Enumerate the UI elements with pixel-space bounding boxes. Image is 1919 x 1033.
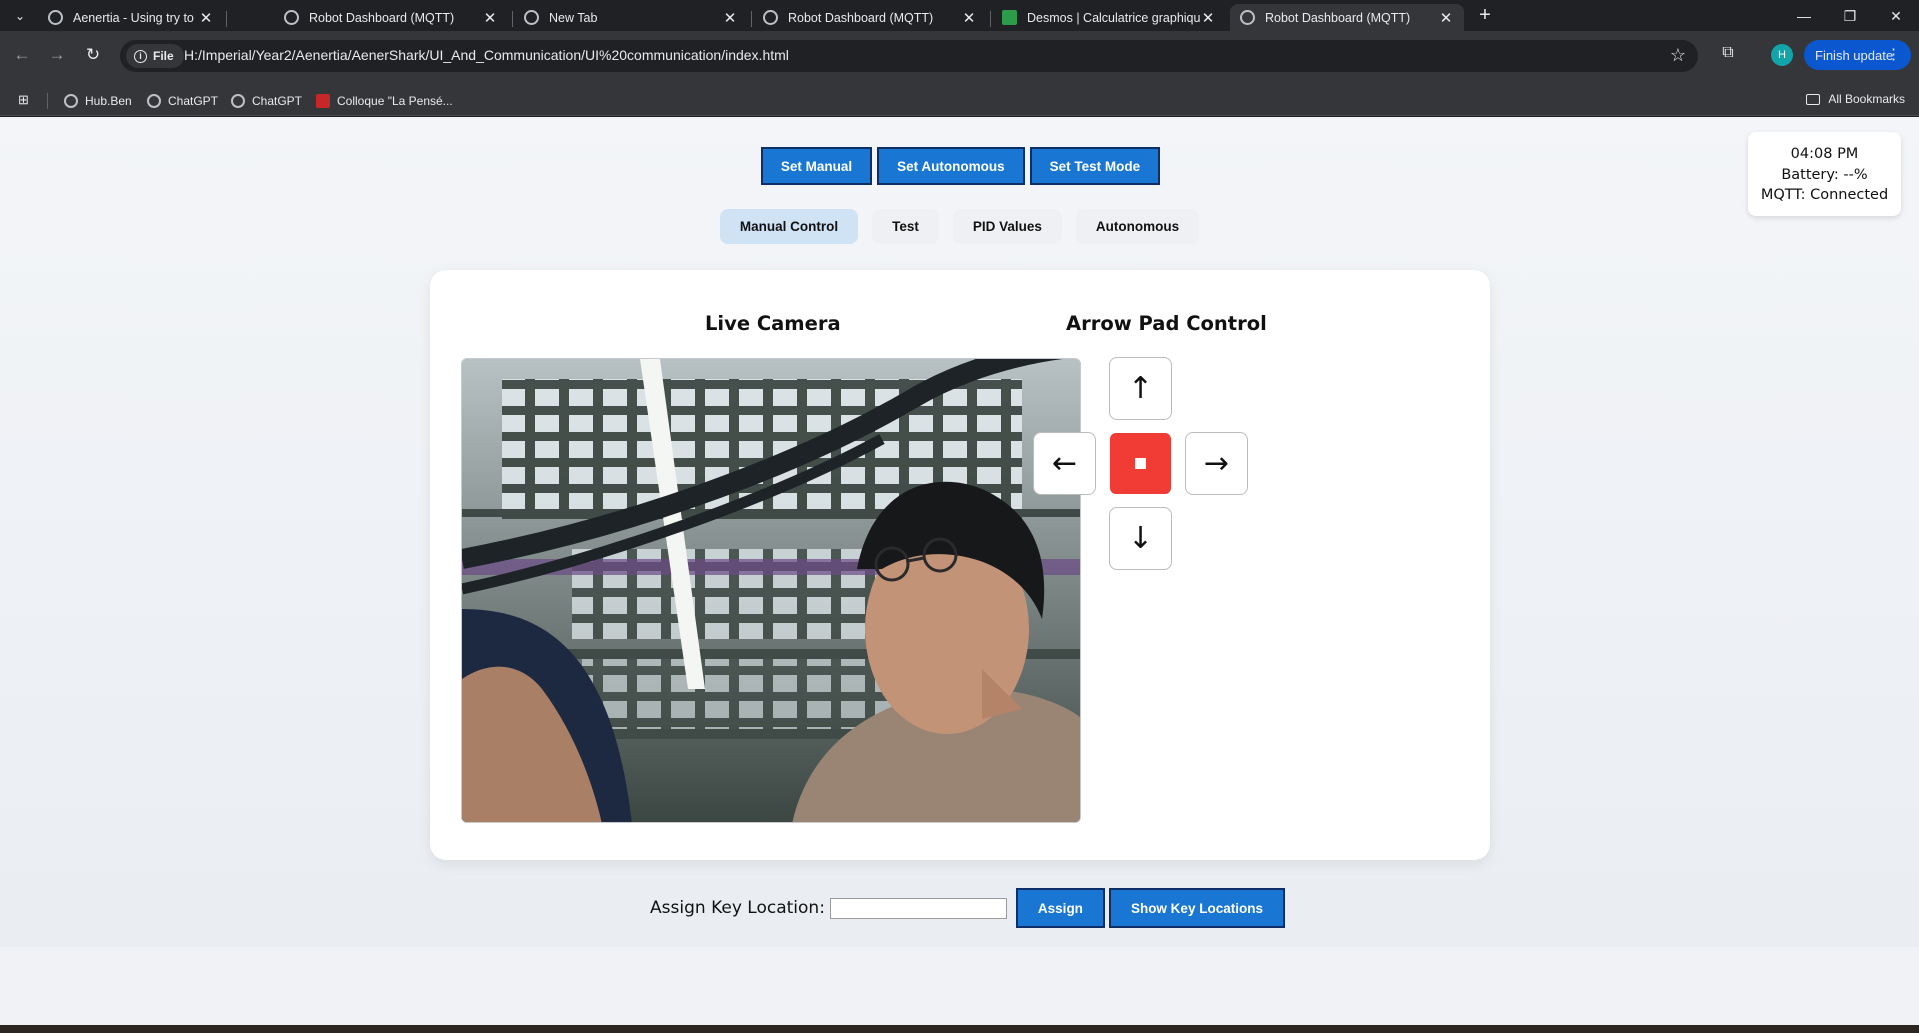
bookmark-favicon-icon [64, 94, 78, 108]
tab-title: Robot Dashboard (MQTT) [1265, 10, 1411, 25]
status-panel: 04:08 PM Battery: --% MQTT: Connected [1748, 132, 1901, 216]
browser-tab[interactable]: Robot Dashboard (MQTT) ✕ [753, 4, 987, 31]
live-camera-title: Live Camera [705, 312, 841, 335]
bookmark-label: ChatGPT [168, 94, 219, 108]
tab-divider [751, 11, 752, 27]
up-arrow-button[interactable]: ↑ [1109, 357, 1172, 420]
show-key-locations-button[interactable]: Show Key Locations [1108, 888, 1285, 928]
finish-update-button[interactable]: Finish update ⋮ [1804, 40, 1911, 70]
status-battery: Battery: --% [1781, 166, 1868, 183]
set-test-mode-button[interactable]: Set Test Mode [1029, 147, 1161, 185]
bookmark-favicon-icon [316, 94, 330, 108]
forward-icon[interactable]: → [45, 43, 69, 67]
browser-toolbar: ← → ↻ i File H:/Imperial/Year2/Aenertia/… [0, 31, 1919, 84]
assign-button[interactable]: Assign [1015, 888, 1105, 928]
set-manual-button[interactable]: Set Manual [760, 147, 873, 185]
browser-tab[interactable]: Aenertia - Using try to handle e ✕ [38, 4, 224, 31]
tab-title: Aenertia - Using try to handle e [73, 10, 198, 25]
tab-favicon-icon [284, 10, 299, 25]
tab-favicon-icon [1240, 10, 1255, 25]
tab-manual-control[interactable]: Manual Control [719, 209, 859, 244]
page-viewport: Set Manual Set Autonomous Set Test Mode … [0, 117, 1919, 1025]
stop-button[interactable] [1110, 433, 1171, 494]
bookmark-label: ChatGPT [252, 94, 303, 108]
status-mqtt: MQTT: Connected [1760, 187, 1889, 203]
assign-key-location-row: Assign Key Location: Assign Show Key Loc… [0, 888, 1919, 928]
tab-close-icon[interactable]: ✕ [961, 9, 977, 27]
reload-icon[interactable]: ↻ [81, 43, 105, 67]
arrow-pad-title: Arrow Pad Control [1066, 312, 1267, 335]
profile-avatar[interactable]: H [1771, 44, 1793, 66]
tab-close-icon[interactable]: ✕ [722, 9, 738, 27]
browser-tab[interactable]: New Tab ✕ [514, 4, 748, 31]
tab-close-icon[interactable]: ✕ [1438, 9, 1454, 27]
control-tabs: Manual Control Test PID Values Autonomou… [0, 209, 1919, 244]
tab-search-chevron-icon[interactable]: ⌄ [8, 4, 32, 28]
right-arrow-button[interactable]: → [1185, 432, 1248, 495]
more-menu-icon: ⋮ [1886, 46, 1901, 63]
tab-title: Robot Dashboard (MQTT) [788, 10, 934, 25]
status-time: 04:08 PM [1790, 146, 1859, 162]
chatgpt-icon [231, 94, 245, 108]
mode-button-row: Set Manual Set Autonomous Set Test Mode [0, 147, 1919, 185]
all-bookmarks-button[interactable]: All Bookmarks [1806, 92, 1905, 106]
desmos-favicon-icon [1002, 10, 1017, 25]
bookmark-item[interactable]: Hub.Ben [64, 91, 132, 111]
extensions-icon[interactable]: ⧉ [1718, 44, 1738, 64]
assign-key-location-label: Assign Key Location: [650, 898, 825, 918]
browser-tab[interactable]: Desmos | Calculatrice graphique ✕ [992, 4, 1226, 31]
browser-tab[interactable]: Robot Dashboard (MQTT) ✕ [274, 4, 508, 31]
browser-tab-active[interactable]: Robot Dashboard (MQTT) ✕ [1230, 4, 1464, 31]
down-arrow-button[interactable]: ↓ [1109, 507, 1172, 570]
browser-tab-strip: ⌄ Aenertia - Using try to handle e ✕ Rob… [0, 0, 1919, 31]
tab-close-icon[interactable]: ✕ [482, 9, 498, 27]
live-camera-feed [461, 358, 1081, 823]
tab-title: Robot Dashboard (MQTT) [309, 10, 455, 25]
minimize-icon[interactable]: — [1781, 2, 1827, 30]
bookmark-star-icon[interactable]: ☆ [1670, 45, 1686, 66]
left-arrow-button[interactable]: ← [1033, 432, 1096, 495]
bookmark-item[interactable]: ChatGPT [231, 91, 302, 111]
bookmark-label: Hub.Ben [85, 94, 132, 108]
folder-icon [1806, 93, 1821, 105]
site-chip-label: File [153, 49, 174, 63]
camera-frame-image [462, 359, 1080, 822]
tab-test[interactable]: Test [872, 209, 939, 244]
close-window-icon[interactable]: ✕ [1873, 2, 1919, 30]
tab-close-icon[interactable]: ✕ [1200, 9, 1216, 27]
address-bar[interactable]: i File H:/Imperial/Year2/Aenertia/AenerS… [120, 40, 1698, 72]
tab-autonomous[interactable]: Autonomous [1075, 209, 1200, 244]
back-icon[interactable]: ← [10, 43, 34, 67]
tab-divider [226, 11, 227, 27]
tab-favicon-icon [48, 10, 63, 25]
tab-close-icon[interactable]: ✕ [198, 9, 214, 27]
tab-title: Desmos | Calculatrice graphique [1027, 10, 1200, 25]
site-info-chip[interactable]: i File [126, 44, 184, 68]
bookmark-label: Colloque "La Pensé... [337, 94, 453, 108]
tab-title: New Tab [549, 10, 598, 25]
restore-icon[interactable]: ❐ [1827, 2, 1873, 30]
stop-square-icon [1135, 458, 1146, 469]
apps-grid-icon[interactable]: ⊞ [18, 93, 32, 107]
tab-pid-values[interactable]: PID Values [952, 209, 1062, 244]
key-location-input[interactable] [829, 897, 1007, 919]
taskbar-edge [0, 1025, 1919, 1033]
all-bookmarks-label: All Bookmarks [1828, 92, 1905, 106]
finish-update-label: Finish update [1815, 47, 1894, 63]
tab-favicon-icon [524, 10, 539, 25]
tab-divider [990, 11, 991, 27]
set-autonomous-button[interactable]: Set Autonomous [877, 147, 1025, 185]
new-tab-icon[interactable]: + [1473, 4, 1497, 28]
chatgpt-icon [147, 94, 161, 108]
bookmark-item[interactable]: ChatGPT [147, 91, 218, 111]
info-icon: i [134, 49, 147, 63]
tab-divider [512, 11, 513, 27]
page-bottom-area [0, 947, 1919, 1025]
bookmark-divider [47, 93, 48, 109]
url-text[interactable]: H:/Imperial/Year2/Aenertia/AenerShark/UI… [184, 47, 789, 63]
bookmark-item[interactable]: Colloque "La Pensé... [316, 91, 453, 111]
manual-control-card: Live Camera Arrow Pad Control ↑ ← → ↓ [430, 270, 1490, 860]
tab-favicon-icon [763, 10, 778, 25]
bookmarks-bar: ⊞ Hub.Ben ChatGPT ChatGPT Colloque "La P… [0, 84, 1919, 116]
